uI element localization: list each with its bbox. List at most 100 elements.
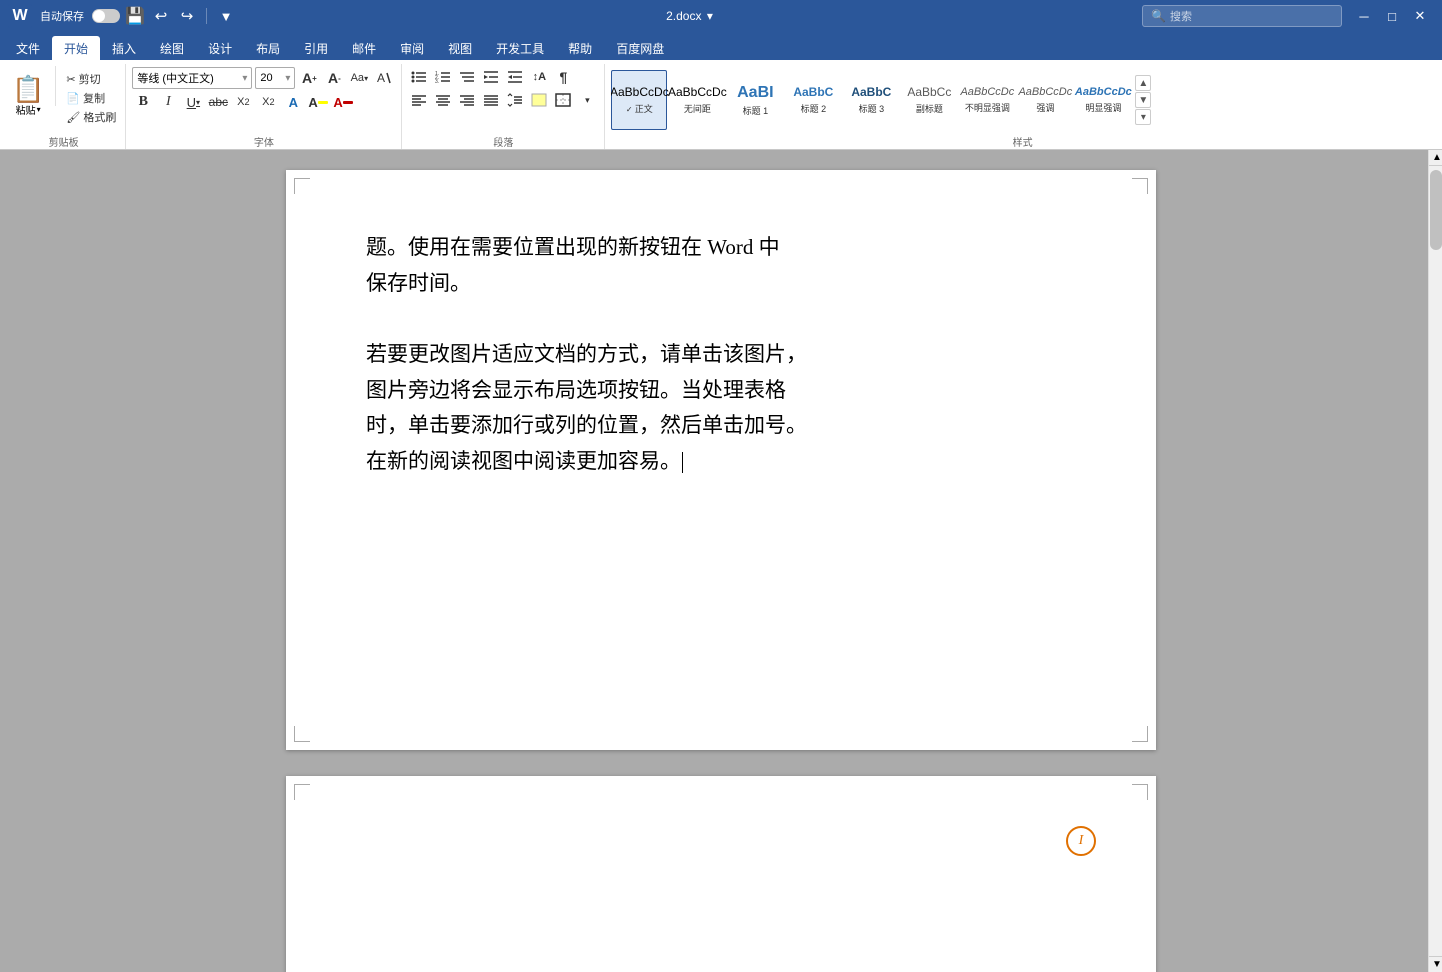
scrollbar-thumb[interactable] [1430,170,1442,250]
font-family-value: 等线 (中文正文) [137,70,240,86]
restore-button[interactable]: □ [1378,4,1406,28]
style-subtle-emphasis[interactable]: AaBbCcDc 不明显强调 [959,70,1015,130]
styles-gallery: AaBbCcDc ✓ 正文 AaBbCcDc 无间距 AaBI 标题 1 AaB… [611,64,1151,132]
tab-home[interactable]: 开始 [52,36,100,60]
font-color-button[interactable]: A [332,92,354,112]
style-emphasis[interactable]: AaBbCcDc 强调 [1017,70,1073,130]
style-no-spacing[interactable]: AaBbCcDc 无间距 [669,70,725,130]
tab-layout[interactable]: 布局 [244,36,292,60]
font-row2: B I U▾ abc X2 X2 A A A [132,92,395,112]
title-bar-left: W 自动保存 💾 ↩ ↪ ▼ [8,4,237,28]
search-icon: 🔍 [1151,9,1166,23]
paragraph-label: 段落 [408,132,598,149]
page-1-content[interactable]: 题。使用在需要位置出现的新按钮在 Word 中 保存时间。 若要更改图片适应文档… [366,230,1076,480]
style-normal[interactable]: AaBbCcDc ✓ 正文 [611,70,667,130]
ribbon-toolbar: 📋 粘贴 ▾ ✂ 剪切 📄 复制 [0,60,1442,150]
numbering-button[interactable]: 1. 2. 3. [432,67,454,87]
minimize-button[interactable]: ─ [1350,4,1378,28]
align-left-button[interactable] [408,90,430,110]
group-paragraph: 1. 2. 3. [402,64,605,149]
tab-insert[interactable]: 插入 [100,36,148,60]
gallery-down-arrow[interactable]: ▼ [1135,92,1151,108]
group-styles: AaBbCcDc ✓ 正文 AaBbCcDc 无间距 AaBI 标题 1 AaB… [605,64,1440,149]
tab-help[interactable]: 帮助 [556,36,604,60]
justify-button[interactable] [480,90,502,110]
font-size-selector[interactable]: 20 ▾ [255,67,295,89]
multilevel-list-button[interactable] [456,67,478,87]
style-heading3-preview: AaBbC [851,85,891,99]
gallery-up-arrow[interactable]: ▲ [1135,75,1151,91]
style-heading3[interactable]: AaBbC 标题 3 [843,70,899,130]
autosave-label: 自动保存 [40,8,84,24]
format-painter-button[interactable]: 🖌 格式刷 [61,108,121,126]
styles-label: 样式 [611,132,1434,149]
styles-gallery-scroll[interactable]: ▲ ▼ ▾ [1135,70,1151,130]
tab-baidu[interactable]: 百度网盘 [604,36,676,60]
cut-button[interactable]: ✂ 剪切 [61,70,121,88]
text-line-2: 保存时间。 [366,266,1076,302]
tab-view[interactable]: 视图 [436,36,484,60]
gallery-more-arrow[interactable]: ▾ [1135,109,1151,125]
show-marks-button[interactable]: ¶ [552,67,574,87]
style-no-spacing-label: 无间距 [684,102,711,115]
tab-references[interactable]: 引用 [292,36,340,60]
style-subtitle-label: 副标题 [916,102,943,115]
align-center-button[interactable] [432,90,454,110]
tab-developer[interactable]: 开发工具 [484,36,556,60]
underline-button[interactable]: U▾ [182,92,204,112]
paste-button[interactable]: 📋 粘贴 ▾ [6,66,50,126]
tab-review[interactable]: 审阅 [388,36,436,60]
borders-button[interactable] [552,90,574,110]
scroll-down-button[interactable]: ▼ [1429,956,1442,972]
search-bar[interactable]: 🔍 搜索 [1142,5,1342,27]
text-line-5: 图片旁边将会显示布局选项按钮。当处理表格 [366,373,1076,409]
redo-button[interactable]: ↪ [176,5,198,27]
document-area: ▲ ▼ 题。使用在需要位置出现的新按钮在 Word 中 保存时间。 若要更改图片… [0,150,1442,972]
svg-text:A: A [377,71,385,85]
tab-draw[interactable]: 绘图 [148,36,196,60]
style-normal-preview: AaBbCcDc [611,85,668,99]
vertical-scrollbar[interactable]: ▲ ▼ [1428,150,1442,972]
change-case-button[interactable]: Aa▾ [348,68,370,88]
line-spacing-button[interactable] [504,90,526,110]
subscript-button[interactable]: X2 [232,92,254,112]
shading-button[interactable] [528,90,550,110]
font-family-selector[interactable]: 等线 (中文正文) ▾ [132,67,252,89]
borders-chevron[interactable]: ▾ [576,90,598,110]
page2-corner-tr [1132,784,1148,800]
style-intense-emphasis[interactable]: AaBbCcDc 明显强调 [1075,70,1131,130]
style-heading1[interactable]: AaBI 标题 1 [727,70,783,130]
cut-icon: ✂ [66,73,75,86]
italic-button[interactable]: I [157,92,179,112]
filename-chevron[interactable]: ▾ [707,9,713,23]
autosave-toggle[interactable] [92,9,120,23]
customize-toolbar-button[interactable]: ▼ [215,5,237,27]
sort-button[interactable]: ↕A [528,67,550,87]
decrease-indent-button[interactable] [480,67,502,87]
style-subtitle[interactable]: AaBbCc 副标题 [901,70,957,130]
increase-indent-button[interactable] [504,67,526,87]
style-heading2[interactable]: AaBbC 标题 2 [785,70,841,130]
text-effects-button[interactable]: A [282,92,304,112]
undo-button[interactable]: ↩ [150,5,172,27]
tab-design[interactable]: 设计 [196,36,244,60]
title-bar-center: 2.docx ▾ [237,9,1142,23]
bullets-button[interactable] [408,67,430,87]
scroll-up-button[interactable]: ▲ [1429,150,1442,166]
close-button[interactable]: ✕ [1406,4,1434,28]
highlight-color-button[interactable]: A [307,92,329,112]
bullets-icon [411,70,427,84]
strikethrough-button[interactable]: abc [207,92,229,112]
font-row1: 等线 (中文正文) ▾ 20 ▾ A+ A- Aa▾ A [132,67,395,89]
tab-file[interactable]: 文件 [4,36,52,60]
grow-font-button[interactable]: A+ [298,68,320,88]
superscript-button[interactable]: X2 [257,92,279,112]
bold-button[interactable]: B [132,92,154,112]
tab-mailing[interactable]: 邮件 [340,36,388,60]
save-button[interactable]: 💾 [124,5,146,27]
clear-format-button[interactable]: A [373,68,395,88]
align-right-button[interactable] [456,90,478,110]
shrink-font-button[interactable]: A- [323,68,345,88]
copy-button[interactable]: 📄 复制 [61,89,121,107]
style-subtle-emphasis-preview: AaBbCcDc [960,86,1014,99]
